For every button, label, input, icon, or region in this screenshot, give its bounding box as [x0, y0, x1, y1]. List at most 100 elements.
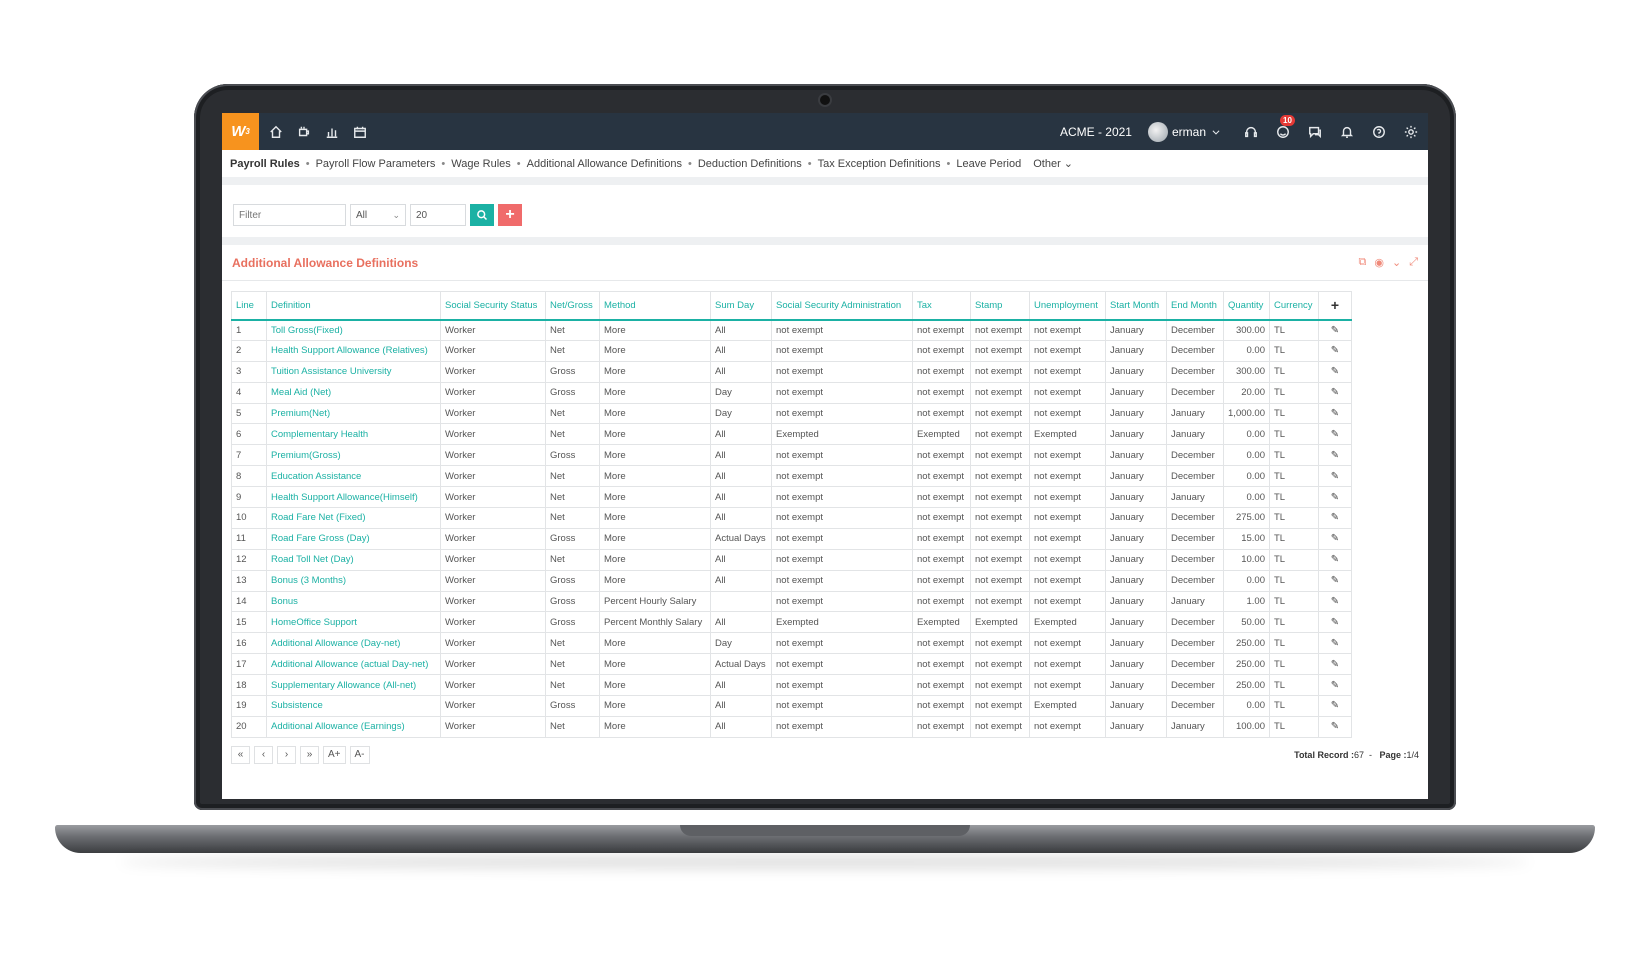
pencil-icon[interactable]: ✎: [1318, 695, 1352, 717]
font-increase-button[interactable]: A+: [323, 745, 346, 764]
column-header[interactable]: Social Security Status: [440, 291, 546, 321]
definition-link[interactable]: HomeOffice Support: [266, 611, 441, 634]
table-row[interactable]: 13 Bonus (3 Months) Worker Gross More All not …: [231, 569, 1352, 592]
add-row-button[interactable]: +: [1318, 291, 1352, 321]
help-icon[interactable]: [1368, 121, 1390, 143]
pencil-icon[interactable]: ✎: [1318, 444, 1352, 467]
table-row[interactable]: 11 Road Fare Gross (Day) Worker Gross More Ac…: [231, 527, 1352, 550]
definition-link[interactable]: Complementary Health: [266, 423, 441, 446]
tab-additional-allowance-definitions[interactable]: Additional Allowance Definitions: [527, 158, 682, 170]
column-header[interactable]: Line: [231, 291, 267, 321]
definition-link[interactable]: Road Fare Net (Fixed): [266, 507, 441, 529]
definition-link[interactable]: Education Assistance: [266, 465, 441, 488]
collapse-icon[interactable]: ⌄: [1392, 256, 1401, 269]
tab-payroll-rules[interactable]: Payroll Rules: [230, 158, 300, 170]
prev-page-button[interactable]: ‹: [254, 745, 273, 764]
pencil-icon[interactable]: ✎: [1318, 590, 1352, 613]
coffee-icon[interactable]: [293, 121, 315, 143]
pencil-icon[interactable]: ✎: [1318, 715, 1352, 738]
expand-icon[interactable]: ⤢: [1409, 256, 1418, 269]
table-row[interactable]: 5 Premium(Net) Worker Net More Day not exempt n…: [231, 402, 1352, 425]
pencil-icon[interactable]: ✎: [1318, 319, 1352, 341]
pencil-icon[interactable]: ✎: [1318, 548, 1352, 571]
next-page-button[interactable]: ›: [277, 745, 296, 764]
user-menu[interactable]: erman: [1147, 121, 1222, 143]
table-row[interactable]: 17 Additional Allowance (actual Day-net) W…: [231, 653, 1352, 676]
company-selector[interactable]: ACME - 2021: [1060, 125, 1132, 139]
tab-wage-rules[interactable]: Wage Rules: [451, 158, 511, 170]
calendar-icon[interactable]: [349, 121, 371, 143]
definition-link[interactable]: Subsistence: [266, 695, 441, 717]
last-page-button[interactable]: »: [300, 745, 319, 764]
table-row[interactable]: 14 Bonus Worker Gross Percent Hourly Salary n…: [231, 590, 1352, 613]
column-header[interactable]: Stamp: [970, 291, 1030, 321]
eye-icon[interactable]: ◉: [1374, 256, 1384, 269]
column-header[interactable]: Tax: [912, 291, 971, 321]
definition-link[interactable]: Premium(Gross): [266, 444, 441, 467]
pencil-icon[interactable]: ✎: [1318, 381, 1352, 404]
definition-link[interactable]: Premium(Net): [266, 402, 441, 425]
table-row[interactable]: 4 Meal Aid (Net) Worker Gross More Day not exe…: [231, 381, 1352, 404]
table-row[interactable]: 7 Premium(Gross) Worker Gross More All not exe…: [231, 444, 1352, 467]
bell-icon[interactable]: [1336, 121, 1358, 143]
export-icon[interactable]: ⧉: [1359, 256, 1367, 269]
font-decrease-button[interactable]: A-: [349, 745, 370, 764]
column-header[interactable]: End Month: [1166, 291, 1224, 321]
pencil-icon[interactable]: ✎: [1318, 507, 1352, 529]
tab-other[interactable]: Other ⌄: [1033, 157, 1073, 170]
chart-icon[interactable]: [321, 121, 343, 143]
table-row[interactable]: 6 Complementary Health Worker Net More All Exe…: [231, 423, 1352, 446]
column-header[interactable]: Unemployment: [1029, 291, 1106, 321]
definition-link[interactable]: Health Support Allowance (Relatives): [266, 339, 441, 362]
pencil-icon[interactable]: ✎: [1318, 632, 1352, 655]
column-header[interactable]: Net/Gross: [545, 291, 600, 321]
definition-link[interactable]: Additional Allowance (Earnings): [266, 715, 441, 738]
chat-icon[interactable]: [1304, 121, 1326, 143]
table-row[interactable]: 12 Road Toll Net (Day) Worker Net More All not…: [231, 548, 1352, 571]
search-button[interactable]: [470, 204, 494, 226]
table-row[interactable]: 16 Additional Allowance (Day-net) Worker Ne…: [231, 632, 1352, 655]
add-button[interactable]: +: [498, 204, 522, 226]
table-row[interactable]: 20 Additional Allowance (Earnings) Worker N…: [231, 715, 1352, 738]
table-row[interactable]: 18 Supplementary Allowance (All-net) Worke…: [231, 674, 1352, 697]
pencil-icon[interactable]: ✎: [1318, 486, 1352, 509]
app-logo[interactable]: W3: [222, 113, 259, 150]
home-icon[interactable]: [265, 121, 287, 143]
definition-link[interactable]: Supplementary Allowance (All-net): [266, 674, 441, 697]
column-header[interactable]: Currency: [1269, 291, 1319, 321]
tab-tax-exception-definitions[interactable]: Tax Exception Definitions: [818, 158, 941, 170]
definition-link[interactable]: Tuition Assistance University: [266, 360, 441, 383]
tab-payroll-flow-parameters[interactable]: Payroll Flow Parameters: [316, 158, 436, 170]
column-header[interactable]: Sum Day: [710, 291, 772, 321]
pencil-icon[interactable]: ✎: [1318, 527, 1352, 550]
table-row[interactable]: 1 Toll Gross(Fixed) Worker Net More All not ex…: [231, 319, 1352, 341]
definition-link[interactable]: Health Support Allowance(Himself): [266, 486, 441, 509]
table-row[interactable]: 2 Health Support Allowance (Relatives) Wor…: [231, 339, 1352, 362]
page-size-input[interactable]: 20: [410, 204, 466, 226]
table-row[interactable]: 3 Tuition Assistance University Worker Gros…: [231, 360, 1352, 383]
column-header[interactable]: Start Month: [1105, 291, 1167, 321]
definition-link[interactable]: Meal Aid (Net): [266, 381, 441, 404]
pencil-icon[interactable]: ✎: [1318, 674, 1352, 697]
definition-link[interactable]: Road Toll Net (Day): [266, 548, 441, 571]
table-row[interactable]: 15 HomeOffice Support Worker Gross Percent M…: [231, 611, 1352, 634]
column-header[interactable]: Definition: [266, 291, 441, 321]
definition-link[interactable]: Bonus (3 Months): [266, 569, 441, 592]
tab-deduction-definitions[interactable]: Deduction Definitions: [698, 158, 802, 170]
column-header[interactable]: Social Security Administration: [771, 291, 913, 321]
pencil-icon[interactable]: ✎: [1318, 569, 1352, 592]
pencil-icon[interactable]: ✎: [1318, 465, 1352, 488]
smiley-icon[interactable]: 10: [1272, 114, 1295, 143]
pencil-icon[interactable]: ✎: [1318, 360, 1352, 383]
filter-input[interactable]: [233, 204, 346, 226]
definition-link[interactable]: Road Fare Gross (Day): [266, 527, 441, 550]
tab-leave-period[interactable]: Leave Period: [956, 158, 1021, 170]
table-row[interactable]: 19 Subsistence Worker Gross More All not exemp…: [231, 695, 1352, 717]
definition-link[interactable]: Additional Allowance (Day-net): [266, 632, 441, 655]
table-row[interactable]: 9 Health Support Allowance(Himself) Worker…: [231, 486, 1352, 509]
pencil-icon[interactable]: ✎: [1318, 653, 1352, 676]
status-select[interactable]: All ⌄: [350, 204, 406, 226]
headset-icon[interactable]: [1240, 121, 1262, 143]
first-page-button[interactable]: «: [231, 745, 250, 764]
pencil-icon[interactable]: ✎: [1318, 423, 1352, 446]
